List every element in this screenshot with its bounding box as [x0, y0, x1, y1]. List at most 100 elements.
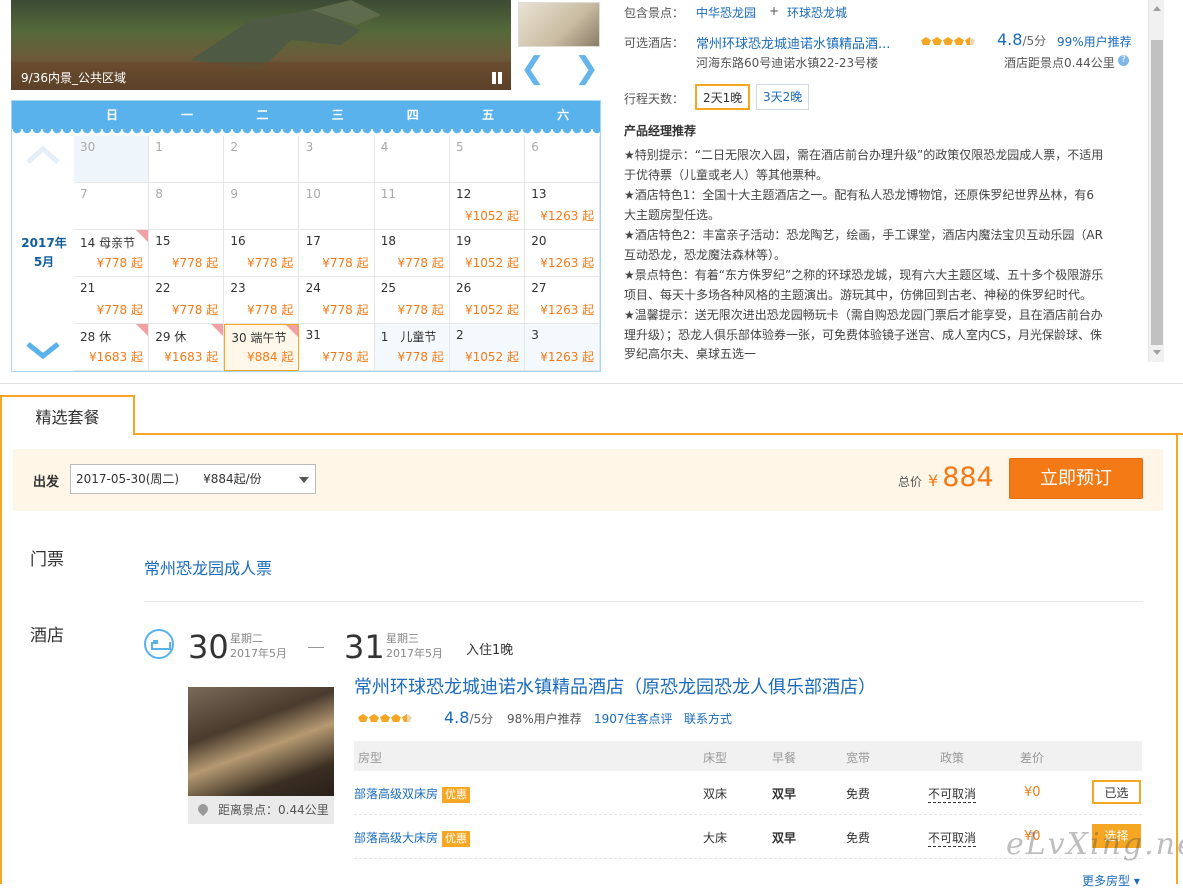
calendar-day-cell[interactable]: 26 ¥1052 起: [450, 277, 525, 324]
calendar-day-cell[interactable]: 3 ¥1263 起: [525, 324, 601, 371]
help-icon[interactable]: ?: [1118, 55, 1129, 66]
hotel-name-link[interactable]: 常州环球恐龙城迪诺水镇精品酒...: [696, 33, 890, 52]
room-name-cell[interactable]: 部落高级大床房 优惠: [354, 829, 471, 847]
ticket-name-link[interactable]: 常州恐龙园成人票: [144, 555, 272, 579]
more-rooms-link[interactable]: 更多房型 ▾: [1082, 872, 1140, 889]
hotel-full-name-link[interactable]: 常州环球恐龙城迪诺水镇精品酒店（原恐龙园恐龙人俱乐部酒店）: [354, 673, 876, 699]
calendar-day-cell[interactable]: 29 休 ¥1683 起: [149, 324, 225, 371]
calendar-day-cell[interactable]: 19 ¥1052 起: [450, 230, 525, 277]
calendar-day-label: 26: [456, 281, 472, 295]
gallery-next-icon[interactable]: ❯: [574, 54, 599, 84]
room-policy[interactable]: 不可取消: [928, 785, 977, 803]
col-diff: 差价: [1020, 751, 1045, 765]
book-now-button[interactable]: 立即预订: [1009, 458, 1143, 499]
calendar-prev-month-icon[interactable]: [26, 146, 60, 164]
pm-paragraph: ★酒店特色1：全国十大主题酒店之一。配有私人恐龙博物馆，还原侏罗纪世界丛林，有6…: [624, 188, 1095, 222]
calendar-day-cell[interactable]: 22 ¥778 起: [149, 277, 225, 324]
hotel-recommend: 99%用户推荐: [1057, 35, 1132, 49]
spot-link-1[interactable]: 中华恐龙园: [696, 4, 756, 21]
calendar-day-cell[interactable]: 2 ¥1052 起: [450, 324, 525, 371]
room-name-cell[interactable]: 部落高级双床房 优惠: [354, 785, 471, 803]
col-policy: 政策: [940, 751, 965, 765]
ticket-section-label: 门票: [30, 550, 64, 570]
calendar-day-cell[interactable]: 21 ¥778 起: [74, 277, 149, 324]
order-bar: 出发 2017-05-30(周二) ¥884起/份 总价 ¥884 立即预订: [13, 449, 1163, 511]
calendar-day-cell[interactable]: 28 休 ¥1683 起: [74, 324, 149, 371]
day-option-3d2n[interactable]: 3天2晚: [756, 84, 810, 110]
calendar-next-month-icon[interactable]: [26, 341, 60, 359]
gallery-thumbnail[interactable]: [518, 2, 600, 47]
scroll-thumb[interactable]: [1151, 40, 1163, 345]
calendar-day-cell[interactable]: 14 母亲节 ¥778 起: [74, 230, 149, 277]
bed-icon: [144, 629, 174, 659]
calendar-day-price: ¥1683 起: [89, 350, 143, 364]
hotel-photo[interactable]: [188, 687, 334, 796]
tab-selected-package[interactable]: 精选套餐: [0, 395, 135, 435]
hotel-label: 可选酒店：: [624, 36, 685, 50]
calendar-day-cell[interactable]: 31 ¥778 起: [299, 324, 375, 371]
pause-icon[interactable]: [491, 72, 503, 84]
calendar-day-label: 19: [456, 234, 472, 248]
calendar-day-price: ¥778 起: [96, 303, 143, 317]
calendar-day-cell[interactable]: 13 ¥1263 起: [525, 183, 601, 230]
gallery-prev-icon[interactable]: ❮: [520, 54, 545, 84]
calendar-day-cell[interactable]: 30 端午节 ¥884 起: [224, 324, 300, 371]
hotel-contact-link[interactable]: 联系方式: [684, 710, 732, 727]
calendar-day-cell[interactable]: 25 ¥778 起: [374, 277, 450, 324]
calendar-day-price: ¥1263 起: [540, 256, 595, 270]
calendar-day-cell[interactable]: 15 ¥778 起: [149, 230, 225, 277]
calendar-day-label: 22: [155, 281, 171, 295]
calendar-day-label: 5: [456, 140, 464, 154]
day-option-2d1n[interactable]: 2天1晚: [695, 84, 751, 110]
hotel-recommend: 98%用户推荐: [507, 712, 582, 726]
pm-paragraph: ★特别提示：“二日无限次入园，需在酒店前台办理升级”的政策仅限恐龙园成人票，不适…: [624, 148, 1104, 182]
room-policy[interactable]: 不可取消: [928, 829, 977, 847]
spot-link-2[interactable]: 环球恐龙城: [787, 4, 847, 21]
calendar-day-cell[interactable]: 24 ¥778 起: [299, 277, 375, 324]
calendar-day-cell[interactable]: 18 ¥778 起: [374, 230, 450, 277]
gallery-main-photo[interactable]: 9/36内景_公共区域: [11, 0, 511, 90]
product-info: 包含景点： 中华恐龙园 + 环球恐龙城 可选酒店： 常州环球恐龙城迪诺水镇精品酒…: [624, 0, 1149, 370]
calendar-day-cell[interactable]: 27 ¥1263 起: [525, 277, 601, 324]
calendar-day-cell[interactable]: 12 ¥1052 起: [450, 183, 525, 230]
scroll-up-icon[interactable]: [1153, 6, 1161, 11]
hotel-rating-stars-icon: [358, 714, 412, 722]
package-panel: 出发 2017-05-30(周二) ¥884起/份 总价 ¥884 立即预订 门…: [0, 435, 1183, 888]
calendar-day-label: 4: [380, 140, 389, 154]
hotel-address: 河海东路60号迪诺水镇22-23号楼: [696, 56, 879, 70]
date-range-dash: [308, 647, 324, 648]
hotel-reviews-link[interactable]: 1907住客点评: [594, 710, 673, 727]
calendar-day-cell[interactable]: 20 ¥1263 起: [525, 230, 601, 277]
weekday-label: 五: [481, 108, 494, 122]
info-scrollbar[interactable]: [1148, 0, 1164, 362]
room-bed: 双床: [703, 787, 728, 801]
calendar-day-cell: 7: [74, 183, 149, 230]
hotel-distance: 酒店距景点0.44公里: [1004, 56, 1115, 70]
calendar-day-cell[interactable]: 16 ¥778 起: [224, 230, 300, 277]
calendar-day-price: ¥1052 起: [465, 303, 519, 317]
scroll-down-icon[interactable]: [1153, 350, 1161, 355]
calendar-day-cell[interactable]: 1 儿童节 ¥778 起: [374, 324, 450, 371]
calendar-day-price: ¥778 起: [322, 350, 369, 364]
calendar-day-label: 29 休: [155, 330, 187, 344]
room-selected-button[interactable]: 已选: [1092, 780, 1141, 804]
calendar-day-label: 16: [230, 234, 246, 248]
product-top-section: 9/36内景_公共区域 ❮ ❯ 日一二三四五六 2017年 5月 30 1 2 3 4 5…: [0, 0, 1183, 384]
calendar-day-cell[interactable]: 17 ¥778 起: [299, 230, 375, 277]
checkin-day: 30: [188, 628, 229, 666]
weekday-label: 四: [406, 108, 419, 122]
watermark-logo: eLvXing.net: [1006, 827, 1183, 862]
room-diff: ¥0: [1024, 785, 1041, 800]
calendar-day-price: ¥778 起: [397, 350, 444, 364]
calendar-day-cell[interactable]: 23 ¥778 起: [224, 277, 300, 324]
calendar-day-label: 20: [531, 234, 547, 248]
days-label: 行程天数：: [624, 92, 685, 106]
calendar-day-label: 7: [80, 187, 88, 201]
calendar-day-cell: 6: [525, 136, 601, 183]
depart-date-select[interactable]: 2017-05-30(周二) ¥884起/份: [70, 464, 316, 494]
spots-plus: +: [769, 4, 780, 18]
calendar-day-cell: 30: [74, 136, 149, 183]
calendar-day-price: ¥778 起: [322, 303, 369, 317]
pm-recommendation: ★特别提示：“二日无限次入园，需在酒店前台办理升级”的政策仅限恐龙园成人票，不适…: [624, 146, 1104, 366]
calendar-day-label: 8: [155, 187, 163, 201]
